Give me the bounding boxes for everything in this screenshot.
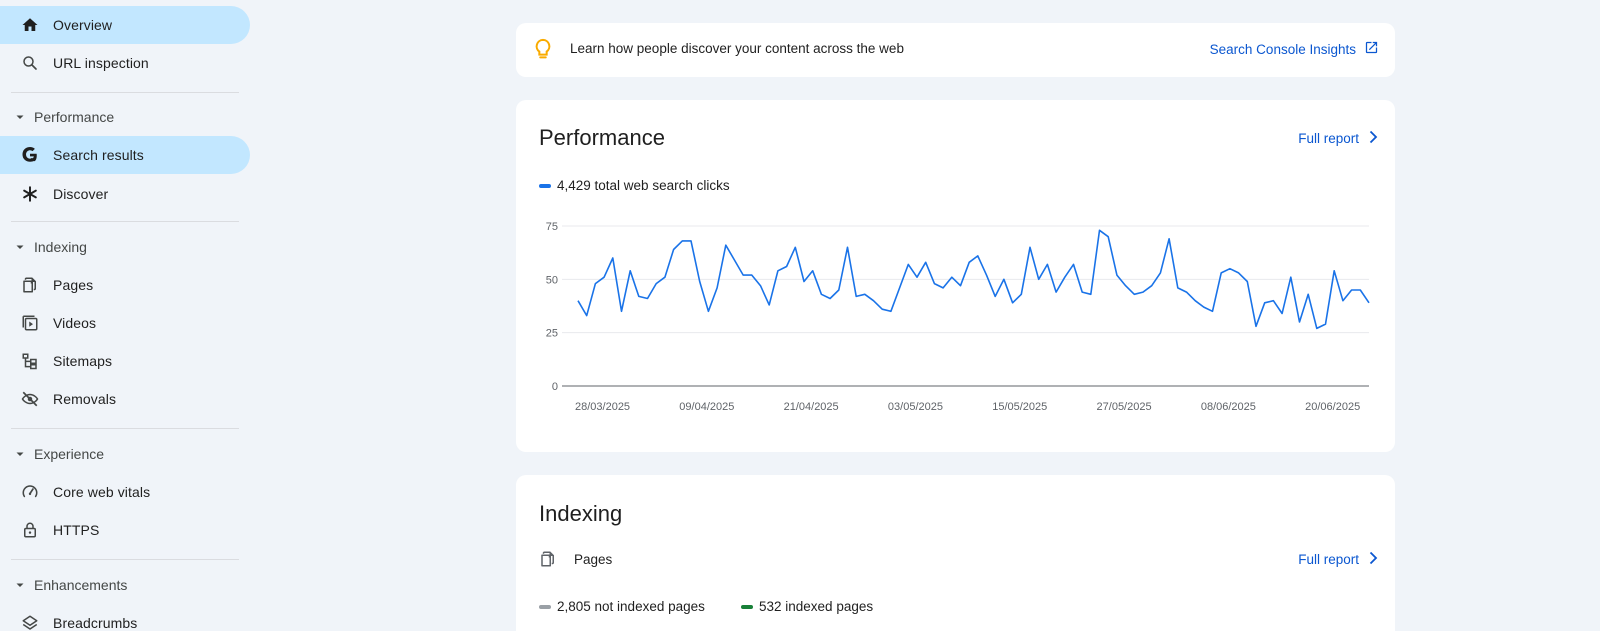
legend-not-indexed-label: 2,805 not indexed pages [557,599,705,614]
nav-breadcrumbs[interactable]: Breadcrumbs [0,604,250,631]
insights-banner-text: Learn how people discover your content a… [570,41,904,56]
x-tick-label: 27/05/2025 [1097,401,1152,413]
nav-removals-label: Removals [53,391,117,407]
lightbulb-icon [532,38,554,62]
asterisk-icon [20,184,40,204]
y-tick-label: 25 [546,328,558,340]
lock-icon [20,520,40,540]
divider [11,92,239,93]
x-tick-label: 21/04/2025 [784,401,839,413]
insights-banner: Learn how people discover your content a… [516,23,1395,77]
performance-card: Performance Full report 4,429 total web … [516,100,1395,452]
x-tick-label: 03/05/2025 [888,401,943,413]
google-icon [20,145,40,165]
home-icon [20,15,40,35]
divider [11,559,239,560]
sidebar: Overview URL inspection Performance Sear… [0,0,256,631]
x-tick-label: 15/05/2025 [992,401,1047,413]
legend-swatch-not-indexed [539,604,551,609]
section-performance[interactable]: Performance [0,102,250,132]
nav-url-inspection-label: URL inspection [53,55,149,71]
nav-discover[interactable]: Discover [0,175,250,213]
speed-gauge-icon [20,482,40,502]
divider [11,428,239,429]
nav-videos[interactable]: Videos [0,304,250,342]
nav-core-web-vitals[interactable]: Core web vitals [0,473,250,511]
chevron-right-icon [1367,551,1379,568]
section-experience[interactable]: Experience [0,439,250,469]
legend-not-indexed: 2,805 not indexed pages [539,599,705,614]
pages-icon [20,275,40,295]
nav-search-results[interactable]: Search results [0,136,250,174]
x-tick-label: 08/06/2025 [1201,401,1256,413]
section-experience-label: Experience [34,446,105,462]
caret-down-icon [15,449,25,459]
nav-pages[interactable]: Pages [0,266,250,304]
x-tick-label: 28/03/2025 [575,401,630,413]
nav-videos-label: Videos [53,315,97,331]
caret-down-icon [15,242,25,252]
nav-overview-label: Overview [53,17,113,33]
sitemap-icon [20,351,40,371]
indexing-title: Indexing [539,501,623,526]
caret-down-icon [15,580,25,590]
caret-down-icon [15,112,25,122]
nav-url-inspection[interactable]: URL inspection [0,44,250,82]
indexing-card: Indexing Pages Full report 2,805 not ind… [516,475,1395,631]
section-indexing[interactable]: Indexing [0,232,250,262]
clicks-line-chart: 0 25 50 75 28/03/2025 09/04/2025 21/04/2025 03/… [546,221,1370,413]
video-icon [20,313,40,333]
nav-overview[interactable]: Overview [0,6,250,44]
nav-https-label: HTTPS [53,522,100,538]
indexing-full-report-label: Full report [1298,552,1359,567]
open-in-new-icon [1364,40,1379,58]
indexing-full-report-link[interactable]: Full report [1298,551,1379,568]
nav-https[interactable]: HTTPS [0,511,250,549]
layers-icon [20,613,40,631]
section-enhancements[interactable]: Enhancements [0,570,250,600]
nav-breadcrumbs-label: Breadcrumbs [53,615,138,631]
nav-core-web-vitals-label: Core web vitals [53,484,151,500]
nav-search-results-label: Search results [53,147,144,163]
legend-indexed-label: 532 indexed pages [759,599,874,614]
section-enhancements-label: Enhancements [34,577,128,593]
search-icon [20,53,40,73]
nav-sitemaps[interactable]: Sitemaps [0,342,250,380]
nav-discover-label: Discover [53,186,109,202]
legend-swatch-indexed [741,604,753,609]
x-tick-label: 20/06/2025 [1305,401,1360,413]
indexing-pages-row: Pages [539,549,612,569]
nav-removals[interactable]: Removals [0,380,250,418]
nav-pages-label: Pages [53,277,94,293]
section-performance-label: Performance [34,109,115,125]
legend-indexed: 532 indexed pages [741,599,873,614]
indexing-pages-label: Pages [574,551,613,567]
section-indexing-label: Indexing [34,239,87,255]
y-tick-label: 50 [546,274,558,286]
x-tick-label: 09/04/2025 [679,401,734,413]
y-tick-label: 75 [546,221,558,233]
pages-icon [539,549,559,569]
search-console-insights-label: Search Console Insights [1209,41,1356,57]
search-console-insights-link[interactable]: Search Console Insights [1210,40,1379,58]
nav-sitemaps-label: Sitemaps [53,353,113,369]
divider [11,221,239,222]
visibility-off-icon [20,389,40,409]
y-tick-label: 0 [552,381,558,393]
